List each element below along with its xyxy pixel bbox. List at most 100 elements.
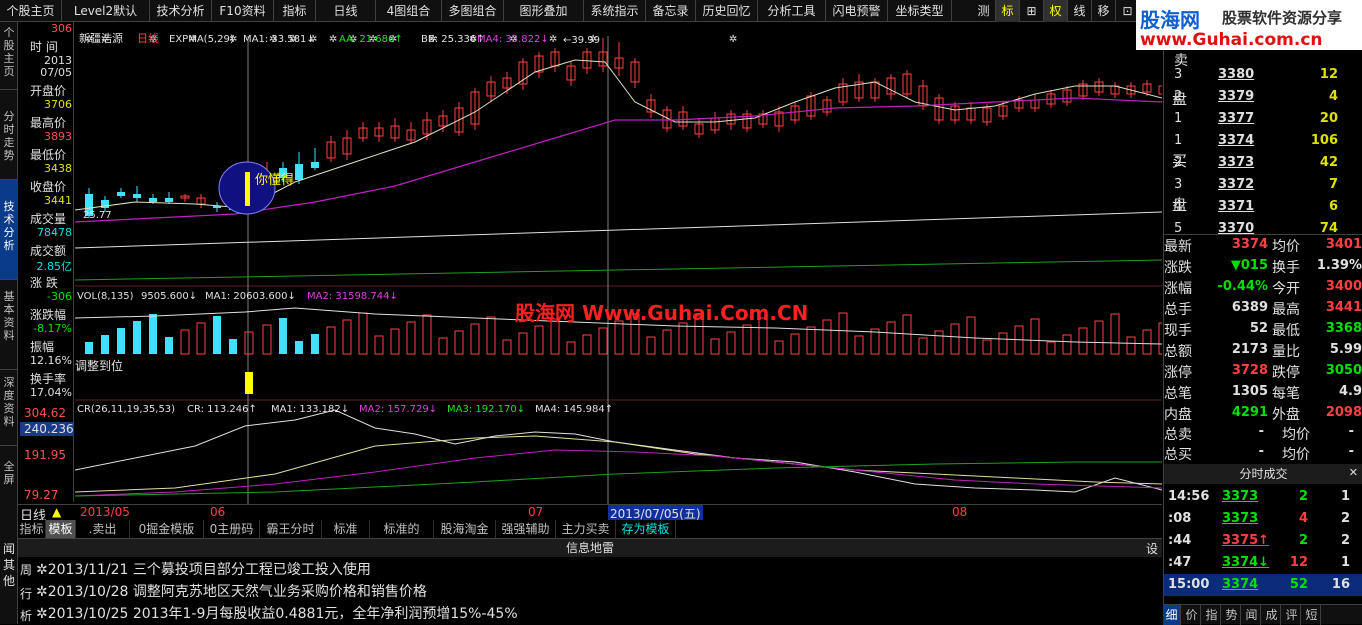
tab-template[interactable]: 模板	[46, 520, 76, 538]
volume-bar	[662, 329, 672, 355]
tab-mining[interactable]: 0掘金模版	[130, 520, 204, 538]
tab-save-template[interactable]: 存为模板	[616, 520, 676, 538]
close-icon[interactable]: ✕	[1349, 466, 1358, 479]
quote-label: 总额	[1164, 344, 1192, 360]
tab-fullscreen[interactable]: 全屏	[0, 446, 18, 546]
tab-news[interactable]: 闻	[1243, 605, 1261, 625]
volume-bar	[726, 331, 736, 355]
buy-total-row: 总买 - 均价 -	[1164, 444, 1362, 464]
grid-icon[interactable]: ⊞	[1020, 0, 1044, 22]
news-side-3: 析	[20, 609, 33, 623]
quote-value: 1305	[1231, 384, 1268, 399]
volume-bar	[934, 330, 944, 355]
toolbar-f10[interactable]: F10资料	[212, 0, 274, 22]
tab-sell[interactable]: .卖出	[76, 520, 130, 538]
news-text: 2013/10/25 2013年1-9月每股收益0.4881元，全年净利润预增1…	[47, 606, 518, 622]
close-value: 3441	[44, 194, 72, 207]
tick-volume: 52	[1289, 577, 1308, 592]
tab-short[interactable]: 短	[1303, 605, 1321, 625]
tab-stock-home[interactable]: 个股主页	[0, 22, 18, 90]
volume-bar	[582, 334, 592, 355]
quote-label: 涨停	[1164, 365, 1192, 381]
volume-bar	[279, 318, 287, 354]
toolbar-coord-type[interactable]: 坐标类型	[888, 0, 952, 22]
news-item[interactable]: ✲2013/11/21 三个募投项目部分工程已竣工投入使用	[36, 559, 371, 579]
quote-label: 均价	[1272, 239, 1300, 255]
quote-row: 涨跌 ▼015 换手 1.39%	[1164, 257, 1362, 278]
news-settings[interactable]: 设	[1146, 540, 1158, 557]
toolbar-level2[interactable]: Level2默认	[62, 0, 150, 22]
tab-deep-info[interactable]: 深度资料	[0, 370, 18, 446]
vol-header: VOL(8,135)	[77, 291, 134, 302]
news-left-strip: 闻 其 他	[0, 540, 18, 624]
tab-trend[interactable]: 势	[1223, 605, 1241, 625]
volume-bar	[870, 328, 880, 355]
level-volume: 42	[1319, 155, 1338, 170]
news-left-2: 其	[3, 558, 16, 572]
volume-bar	[244, 331, 254, 355]
toolbar-memo[interactable]: 备忘录	[646, 0, 696, 22]
news-item[interactable]: ✲2013/10/25 2013年1-9月每股收益0.4881元，全年净利润预增…	[36, 603, 518, 623]
kline-chart[interactable]: ✲ ✲ ✲ ✲ ✲ ✲ ✲ ✲ ✲ ✲ ✲ ✲ ✲ ✲ ✲ ✲ ✲ ✲ 你懂得 新疆浩源 日线 EXPMA(5,2…	[75, 22, 1162, 504]
toolbar-stock-home[interactable]: 个股主页	[0, 0, 62, 22]
volume-bar	[998, 332, 1008, 355]
toolbar-flash-alert[interactable]: 闪电预警	[826, 0, 888, 22]
toolbar-daily[interactable]: 日线	[316, 0, 376, 22]
level-no: 2	[1174, 155, 1183, 170]
tab-index[interactable]: 指	[1203, 605, 1221, 625]
tab-guhai[interactable]: 股海淘金	[434, 520, 496, 538]
quote-value: 3401	[1325, 237, 1362, 252]
low-marker: 25.77	[83, 210, 112, 221]
volume-bar	[566, 341, 576, 355]
tab-bawang[interactable]: 霸王分时	[260, 520, 322, 538]
date-label-3: 07	[528, 505, 544, 519]
level-volume: 6	[1328, 199, 1338, 214]
quote-value: 52	[1249, 321, 1268, 336]
tab-indicator[interactable]: 指标	[18, 520, 46, 538]
toolbar-rights[interactable]: 权	[1044, 0, 1068, 22]
tab-basic-info[interactable]: 基本资料	[0, 280, 18, 370]
volume-bar	[374, 335, 384, 355]
toolbar-move[interactable]: 移	[1092, 0, 1116, 22]
news-item[interactable]: ✲2013/10/28 调整阿克苏地区天然气业务采购价格和销售价格	[36, 581, 427, 601]
toolbar-overlay[interactable]: 图形叠加	[504, 0, 584, 22]
amount-value: 2.85亿	[36, 260, 73, 273]
toolbar-analysis-tools[interactable]: 分析工具	[758, 0, 826, 22]
toolbar-4-chart[interactable]: 4图组合	[376, 0, 442, 22]
tab-tech-analysis[interactable]: 技术分析	[0, 180, 18, 280]
ask-row: 3 3380 12	[1164, 64, 1362, 85]
level-volume: 4	[1328, 89, 1338, 104]
tab-review[interactable]: 评	[1283, 605, 1301, 625]
toolbar-indicator[interactable]: 指标	[274, 0, 316, 22]
volume-bar	[486, 316, 496, 355]
turnover-value: 17.04%	[30, 386, 72, 399]
volume-bar	[710, 338, 720, 355]
tab-detail[interactable]: 细	[1163, 605, 1181, 625]
level-no: 3	[1174, 177, 1183, 192]
toolbar-system-indicator[interactable]: 系统指示	[584, 0, 646, 22]
toolbar-tech-analysis[interactable]: 技术分析	[150, 0, 212, 22]
volume-bar	[149, 314, 157, 354]
toolbar-line[interactable]: 线	[1068, 0, 1092, 22]
up-triangle-icon[interactable]: ▲	[52, 505, 61, 519]
tab-standard2[interactable]: 标准的	[370, 520, 434, 538]
ticks-title: 分时成交	[1164, 464, 1362, 484]
quote-label: 最低	[1272, 323, 1300, 339]
tab-intraday[interactable]: 分时走势	[0, 90, 18, 180]
tab-deal[interactable]: 成	[1263, 605, 1281, 625]
tick-count: 2	[1340, 511, 1350, 526]
toolbar-multi-chart[interactable]: 多图组合	[442, 0, 504, 22]
cr-ma1: MA1: 133.182↓	[271, 404, 349, 415]
tab-price[interactable]: 价	[1183, 605, 1201, 625]
toolbar-measure[interactable]: 测	[972, 0, 996, 22]
tab-assist[interactable]: 强强辅助	[496, 520, 556, 538]
tab-register[interactable]: 0主册码	[204, 520, 260, 538]
tab-main-force[interactable]: 主力买卖	[556, 520, 616, 538]
logo-slogan: 股票软件资源分享	[1222, 9, 1343, 27]
toolbar-history[interactable]: 历史回忆	[696, 0, 758, 22]
tab-standard[interactable]: 标准	[322, 520, 370, 538]
quote-value: 3400	[1325, 279, 1362, 294]
toolbar-mark[interactable]: 标	[996, 0, 1020, 22]
volume-bar	[438, 337, 448, 355]
amplitude-label: 振幅	[30, 340, 55, 354]
